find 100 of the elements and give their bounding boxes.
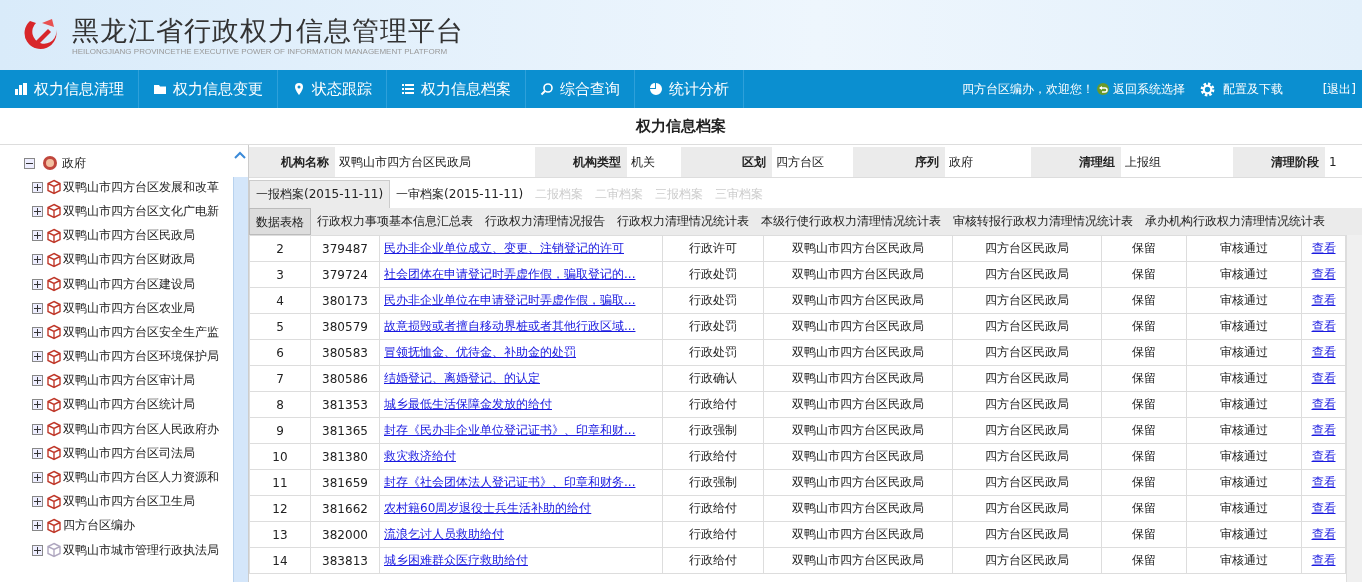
row-number: 2: [276, 241, 284, 256]
expand-toggle-icon[interactable]: [32, 544, 43, 556]
item-code: 381662: [322, 501, 368, 516]
status-text: 保留: [1132, 527, 1156, 541]
expand-toggle-icon[interactable]: [32, 326, 43, 338]
nav-label: 权力信息变更: [173, 79, 263, 99]
agency-name: 双鸭山市四方台区民政局: [792, 449, 924, 463]
review-status: 审核通过: [1220, 371, 1268, 385]
tree-item[interactable]: 双鸭山市四方台区人民政府办: [63, 420, 219, 438]
scrollbar[interactable]: [1346, 235, 1362, 582]
config-link[interactable]: 配置及下载: [1198, 80, 1283, 98]
tree-item[interactable]: 双鸭山市四方台区发展和改革: [63, 178, 219, 196]
unit-name: 四方台区民政局: [985, 319, 1069, 333]
tree-item[interactable]: 双鸭山市四方台区建设局: [63, 275, 195, 293]
row-number: 11: [272, 475, 288, 490]
field-value: 上报组: [1124, 153, 1162, 171]
expand-toggle-icon[interactable]: [32, 351, 43, 363]
expand-toggle-icon[interactable]: [32, 399, 43, 411]
expand-toggle-icon[interactable]: [32, 447, 43, 459]
tree-item[interactable]: 双鸭山市四方台区民政局: [63, 227, 195, 245]
tree-item[interactable]: 双鸭山市四方台区审计局: [63, 372, 195, 390]
scrollbar[interactable]: [233, 177, 248, 582]
expand-toggle-icon[interactable]: [32, 205, 43, 217]
expand-toggle-icon[interactable]: [32, 375, 43, 387]
unit-name: 四方台区民政局: [985, 449, 1069, 463]
return-link[interactable]: 返回系统选择: [1095, 80, 1185, 98]
expand-toggle-icon[interactable]: [32, 496, 43, 508]
expand-toggle-icon[interactable]: [32, 254, 43, 266]
archive-tab[interactable]: 一审档案(2015-11-11): [390, 180, 530, 208]
logout-link[interactable]: [退出]: [1322, 80, 1356, 98]
report-tab[interactable]: 承办机构行政权力清理情况统计表: [1139, 208, 1331, 235]
row-number: 8: [276, 397, 284, 412]
review-status: 审核通过: [1220, 345, 1268, 359]
field-value: 双鸭山市四方台区民政局: [338, 153, 472, 171]
tree-item[interactable]: 双鸭山市四方台区环境保护局: [63, 348, 219, 366]
report-tab[interactable]: 数据表格: [249, 208, 311, 235]
unit-name: 四方台区民政局: [985, 553, 1069, 567]
expand-toggle-icon[interactable]: [32, 302, 43, 314]
review-status: 审核通过: [1220, 527, 1268, 541]
power-type: 行政处罚: [689, 267, 737, 281]
agency-name: 双鸭山市四方台区民政局: [792, 267, 924, 281]
row-number: 14: [272, 553, 288, 568]
status-text: 保留: [1132, 449, 1156, 463]
unit-name: 四方台区民政局: [985, 501, 1069, 515]
field-label: 机构类型: [535, 147, 627, 177]
report-tab[interactable]: 本级行使行政权力清理情况统计表: [755, 208, 947, 235]
archive-tab[interactable]: 一报档案(2015-11-11): [249, 180, 391, 208]
tree-item[interactable]: 双鸭山市四方台区农业局: [63, 299, 195, 317]
item-code: 380586: [322, 371, 368, 386]
item-link[interactable]: 救灾救济给付: [384, 449, 456, 463]
item-code: 381353: [322, 397, 368, 412]
scroll-up-icon[interactable]: [234, 151, 246, 159]
field-value: 1: [1328, 154, 1338, 171]
unit-name: 四方台区民政局: [985, 241, 1069, 255]
expand-toggle-icon[interactable]: [32, 423, 43, 435]
tree-item[interactable]: 双鸭山市四方台区文化广电新: [63, 202, 219, 220]
collapse-toggle-icon[interactable]: [24, 157, 35, 169]
unit-name: 四方台区民政局: [985, 423, 1069, 437]
expand-toggle-icon[interactable]: [32, 472, 43, 484]
item-code: 381380: [322, 449, 368, 464]
report-tab[interactable]: 行政权力清理情况统计表: [611, 208, 755, 235]
status-text: 保留: [1132, 371, 1156, 385]
tree-item[interactable]: 政府: [62, 154, 86, 172]
expand-toggle-icon[interactable]: [32, 230, 43, 242]
item-code: 381365: [322, 423, 368, 438]
list-icon: [401, 82, 415, 96]
agency-name: 双鸭山市四方台区民政局: [792, 553, 924, 567]
field-label: 机构名称: [249, 147, 335, 177]
agency-name: 双鸭山市四方台区民政局: [792, 293, 924, 307]
power-type: 行政处罚: [689, 345, 737, 359]
row-number: 9: [276, 423, 284, 438]
site-title: 黑龙江省行政权力信息管理平台: [72, 14, 464, 47]
agency-name: 双鸭山市四方台区民政局: [792, 397, 924, 411]
tree-item[interactable]: 四方台区编办: [63, 517, 135, 535]
status-text: 保留: [1132, 553, 1156, 567]
power-type: 行政给付: [689, 501, 737, 515]
nav-label: 综合查询: [560, 79, 620, 99]
tree-item[interactable]: 双鸭山市四方台区卫生局: [63, 493, 195, 511]
item-code: 381659: [322, 475, 368, 490]
agency-name: 双鸭山市四方台区民政局: [792, 371, 924, 385]
review-status: 审核通过: [1220, 293, 1268, 307]
expand-toggle-icon[interactable]: [32, 181, 43, 193]
report-tab[interactable]: 行政权力清理情况报告: [479, 208, 611, 235]
agency-name: 双鸭山市四方台区民政局: [792, 475, 924, 489]
tree-item[interactable]: 双鸭山市四方台区统计局: [63, 396, 195, 414]
agency-name: 双鸭山市四方台区民政局: [792, 423, 924, 437]
emblem-icon: [42, 155, 58, 172]
unit-name: 四方台区民政局: [985, 475, 1069, 489]
tree-item[interactable]: 双鸭山市四方台区财政局: [63, 251, 195, 269]
nav-label: 状态跟踪: [312, 79, 372, 99]
power-type: 行政处罚: [689, 319, 737, 333]
expand-toggle-icon[interactable]: [32, 520, 43, 532]
report-tab[interactable]: 审核转报行政权力清理情况统计表: [947, 208, 1139, 235]
power-type: 行政许可: [689, 241, 737, 255]
tree-item[interactable]: 双鸭山市四方台区司法局: [63, 444, 195, 462]
report-tab[interactable]: 行政权力事项基本信息汇总表: [311, 208, 479, 235]
tree-item[interactable]: 双鸭山市四方台区安全生产监: [63, 323, 219, 341]
expand-toggle-icon[interactable]: [32, 278, 43, 290]
tree-item[interactable]: 双鸭山市四方台区人力资源和: [63, 469, 219, 487]
row-number: 12: [272, 501, 288, 516]
